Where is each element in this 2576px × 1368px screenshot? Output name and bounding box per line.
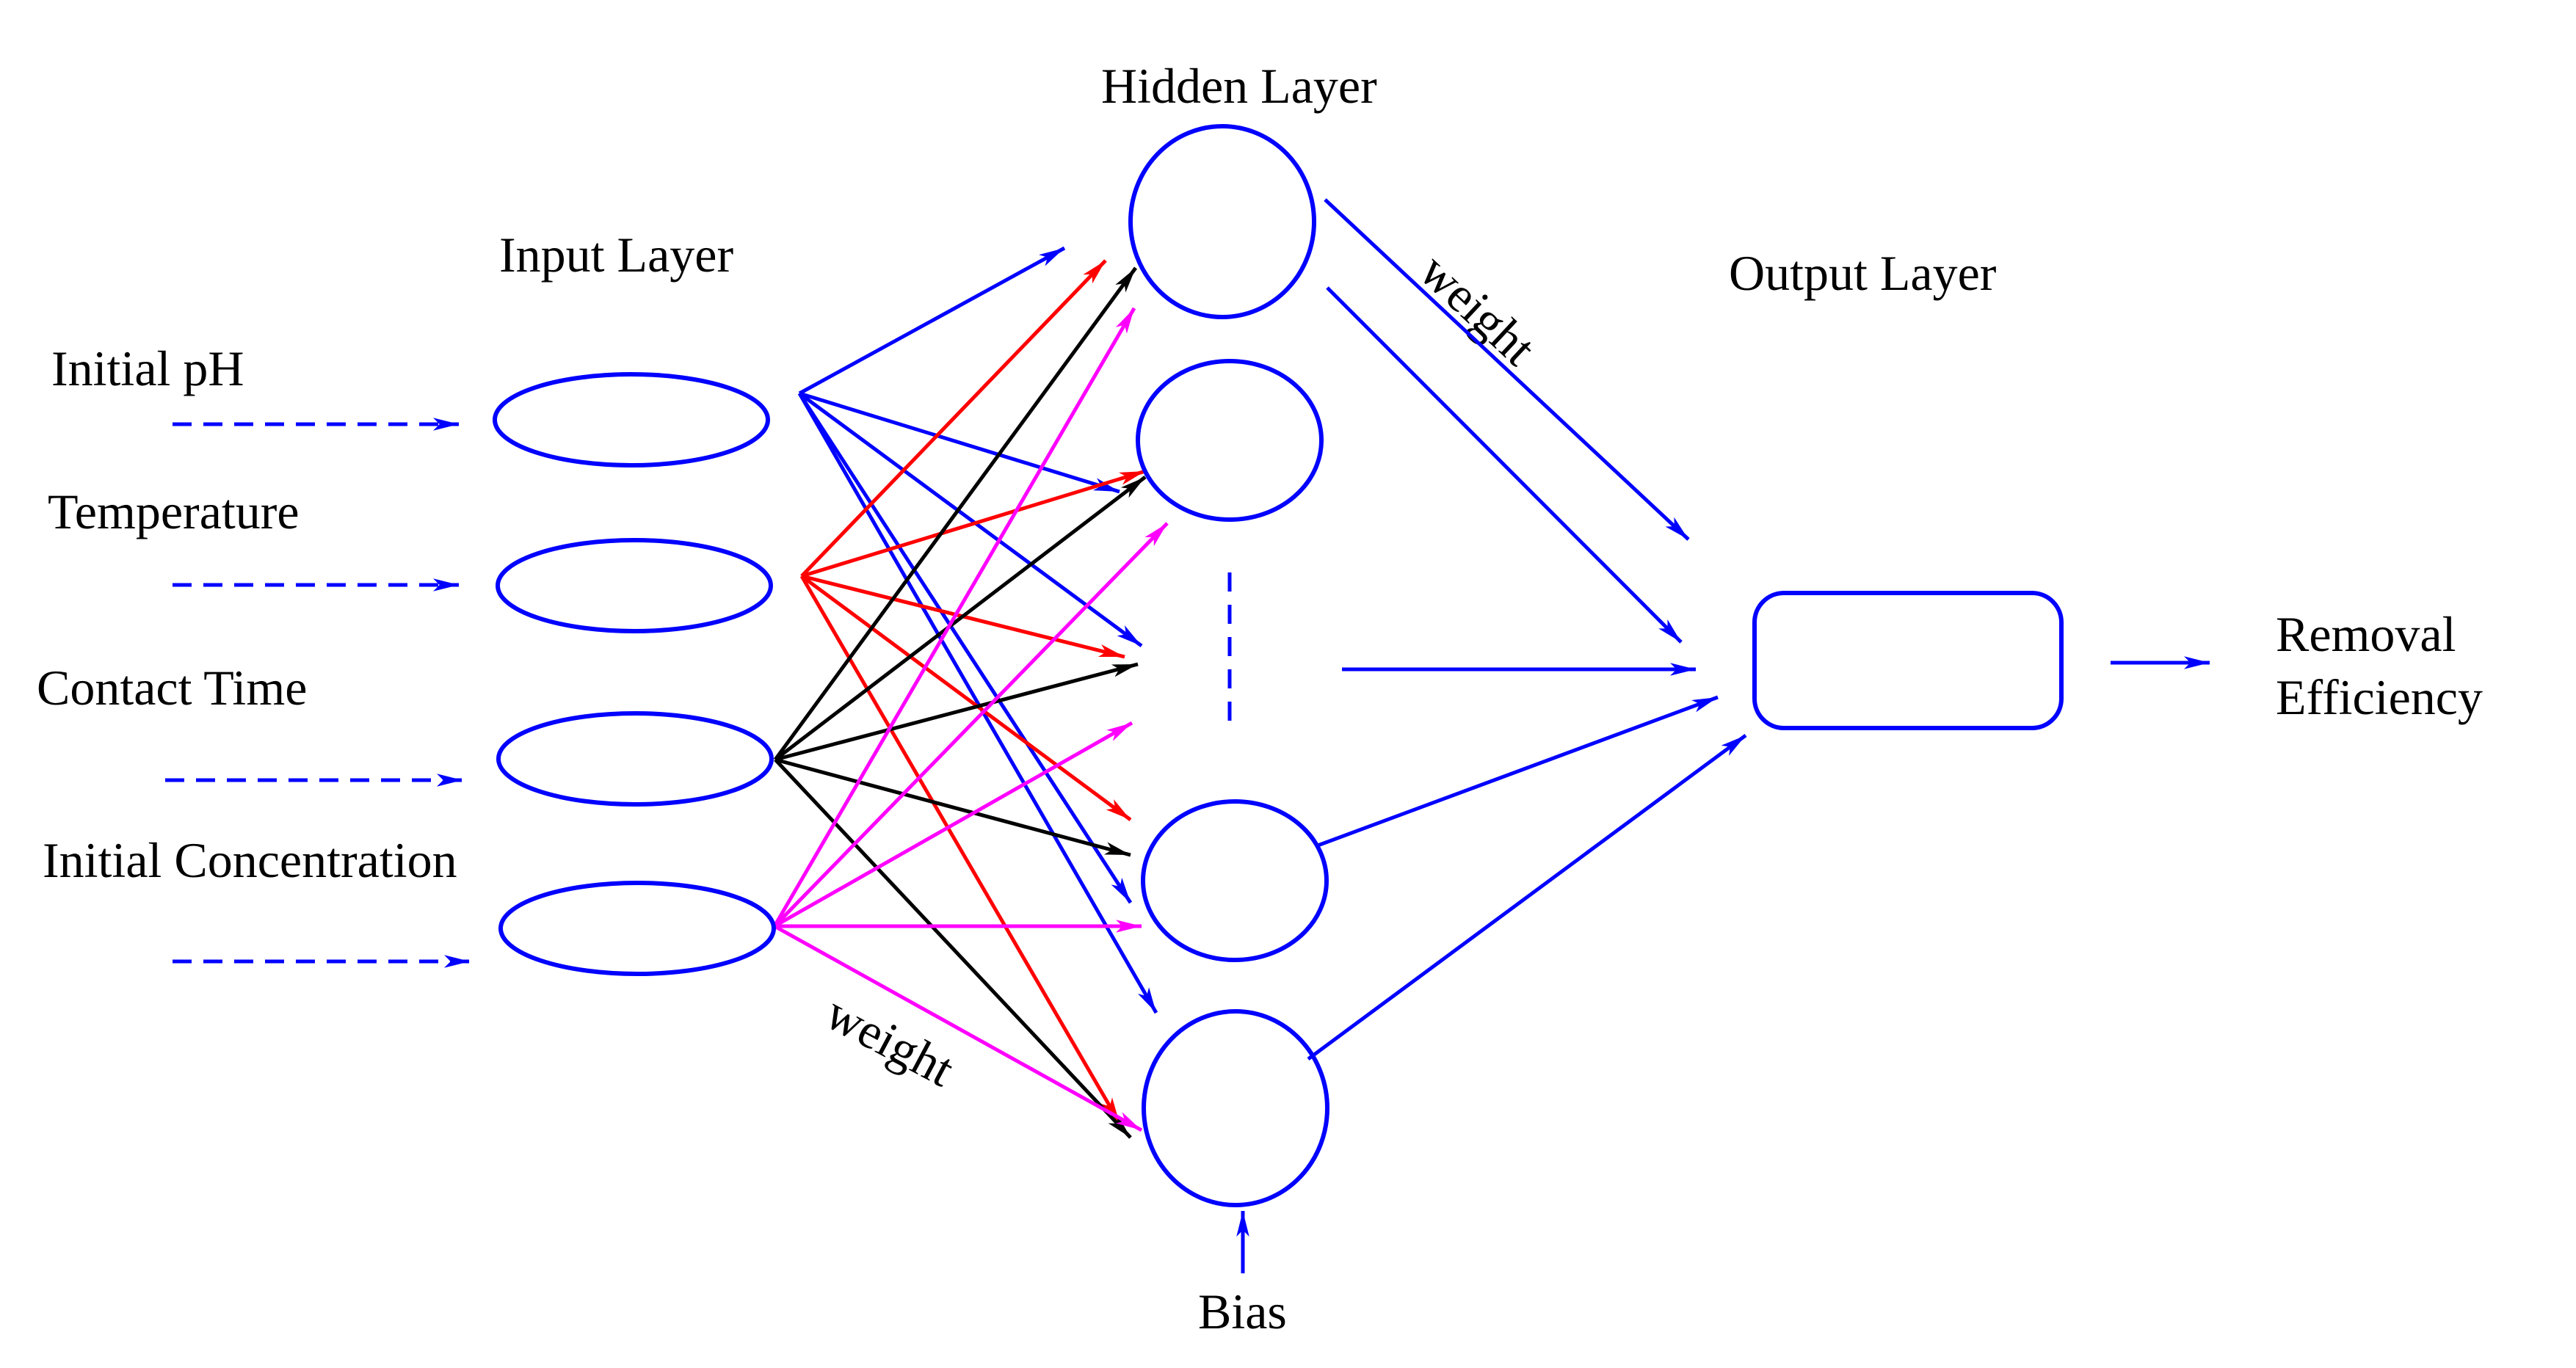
ann-diagram: Input Layer Hidden Layer Output Layer In…: [37, 58, 2483, 1339]
input-label-contact-time: Contact Time: [37, 660, 307, 716]
hidden-node-2: [1136, 359, 1324, 522]
output-label-line-2: Efficiency: [2276, 669, 2483, 725]
hidden-layer-title: Hidden Layer: [1101, 58, 1377, 114]
weight-edge-initial-ph-to-hidden-1: [798, 246, 1066, 396]
weight-edge-contact-time-to-hidden-1: [773, 266, 1138, 761]
input-label-initial-ph: Initial pH: [51, 341, 244, 396]
bias-label: Bias: [1198, 1284, 1287, 1339]
input-node-initial-ph: [493, 372, 770, 467]
weight-label-hidden-output: weight: [1409, 242, 1547, 376]
output-layer-title: Output Layer: [1729, 245, 1997, 301]
weight-edge-hidden-4-to-output: [1307, 733, 1747, 1061]
hidden-node-4: [1142, 1009, 1329, 1207]
input-layer-title: Input Layer: [499, 227, 733, 283]
output-label-line-1: Removal: [2276, 606, 2456, 662]
weight-edge-hidden-3-to-output: [1317, 695, 1719, 848]
input-node-temperature: [496, 538, 773, 633]
input-node-initial-concentration: [498, 881, 776, 976]
hidden-node-3: [1141, 799, 1329, 962]
weight-edge-hidden-1-to-output: [1324, 198, 1690, 541]
weight-edge-contact-time-to-hidden-3: [774, 662, 1139, 762]
weight-edge-contact-time-to-hidden-4: [774, 757, 1131, 857]
weight-edge-contact-time-to-hidden-2: [774, 476, 1147, 761]
input-label-temperature: Temperature: [48, 484, 300, 539]
input-node-contact-time: [496, 711, 774, 807]
hidden-node-1: [1128, 124, 1316, 319]
weight-edge-contact-time-to-hidden-5: [774, 758, 1132, 1139]
output-node: [1752, 591, 2064, 730]
weight-edge-initial-ph-to-hidden-4: [797, 392, 1133, 904]
input-label-initial-concentration: Initial Concentration: [43, 832, 457, 888]
weight-label-input-hidden: weight: [817, 984, 963, 1097]
